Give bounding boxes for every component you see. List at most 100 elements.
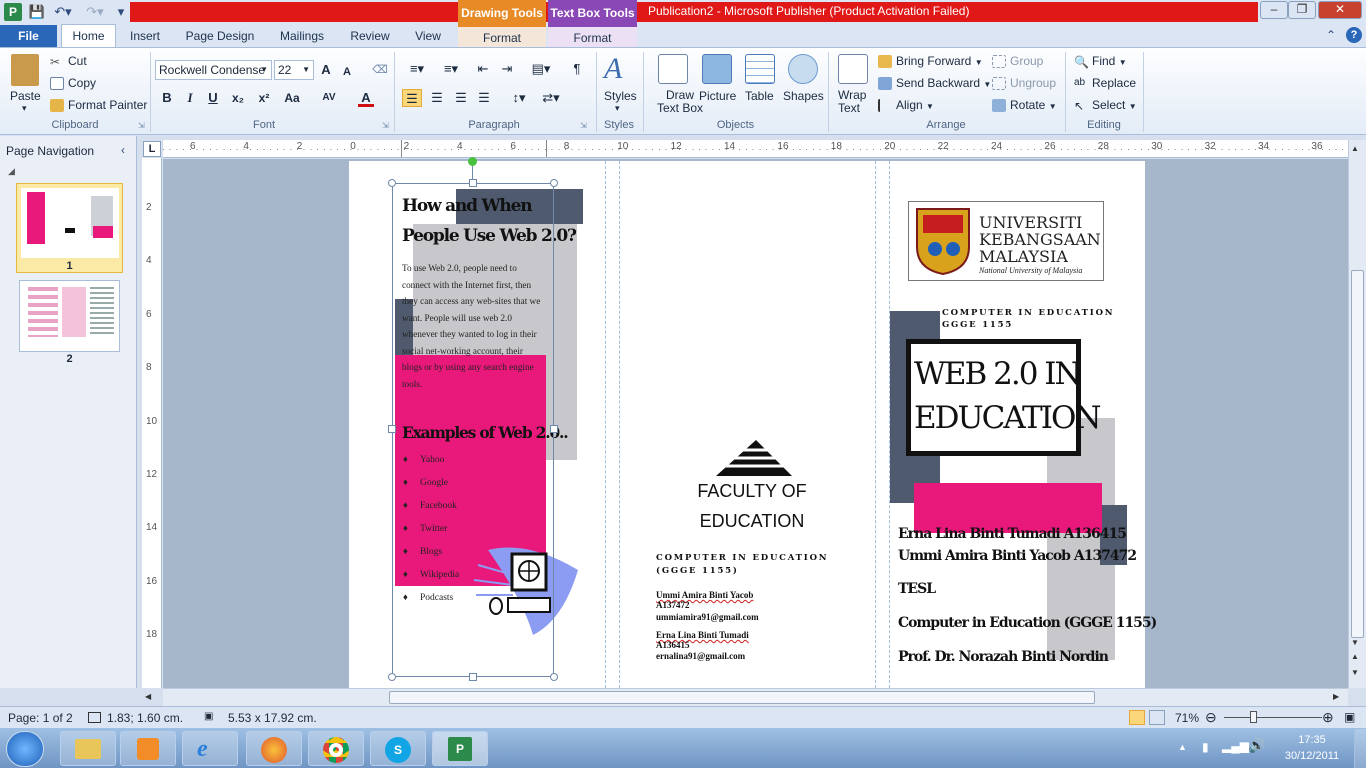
replace-button[interactable]: ab Replace: [1074, 76, 1136, 90]
explorer-taskbar-button[interactable]: [60, 731, 116, 766]
cover-title-line2[interactable]: EDUCATION: [914, 400, 1101, 436]
bold-button[interactable]: B: [159, 89, 175, 107]
align-button[interactable]: Align ▼: [878, 98, 934, 113]
cover-author-1[interactable]: Erna Lina Binti Tumadi A136415: [898, 526, 1127, 542]
page-thumbnail-1[interactable]: 1: [16, 183, 123, 273]
scroll-up-icon[interactable]: ▲: [1351, 144, 1359, 153]
resize-handle[interactable]: [388, 425, 396, 433]
right-course-line2[interactable]: GGGE 1155: [942, 320, 1013, 330]
two-page-view-icon[interactable]: [1149, 710, 1165, 725]
justify-icon[interactable]: ☰: [474, 89, 494, 107]
tab-insert[interactable]: Insert: [122, 25, 168, 47]
zoom-slider-thumb[interactable]: [1250, 711, 1257, 723]
ungroup-button[interactable]: Ungroup: [992, 76, 1056, 91]
group-button[interactable]: Group: [992, 54, 1043, 69]
selected-text-box-frame[interactable]: [392, 183, 554, 677]
tab-mailings[interactable]: Mailings: [272, 25, 332, 47]
scroll-right-icon[interactable]: ▶: [1333, 692, 1339, 701]
wrap-text-icon[interactable]: [838, 54, 868, 84]
underline-button[interactable]: U: [205, 89, 221, 107]
rotate-handle[interactable]: [468, 157, 477, 166]
zoom-out-icon[interactable]: ⊖: [1205, 709, 1217, 726]
paste-icon[interactable]: [11, 54, 39, 86]
middle-course-line1[interactable]: COMPUTER IN EDUCATION: [656, 553, 828, 563]
chevron-down-icon[interactable]: ▾: [615, 103, 620, 114]
wrap-text-button[interactable]: Wrap Text: [838, 89, 866, 115]
text-box-icon[interactable]: [658, 54, 688, 84]
send-backward-button[interactable]: Send Backward ▼: [878, 76, 991, 91]
table-button[interactable]: Table: [745, 89, 774, 103]
shapes-icon[interactable]: [788, 54, 818, 84]
align-left-icon[interactable]: ☰: [402, 89, 422, 107]
publisher-taskbar-button[interactable]: P: [432, 731, 488, 766]
paste-button[interactable]: Paste: [10, 89, 41, 103]
publisher-app-icon[interactable]: P: [4, 3, 22, 21]
firefox-taskbar-button[interactable]: [246, 731, 302, 766]
network-icon[interactable]: ▂▄▆: [1222, 739, 1249, 753]
vertical-scrollbar[interactable]: ▲ ▼ ▲ ▼: [1348, 140, 1366, 688]
horizontal-scrollbar[interactable]: ◀ ▶: [145, 688, 1348, 706]
zoom-in-icon[interactable]: ⊕: [1322, 709, 1334, 726]
paste-dropdown-icon[interactable]: ▾: [22, 103, 27, 114]
table-icon[interactable]: [745, 54, 775, 84]
tab-textbox-format[interactable]: Format: [548, 25, 637, 47]
styles-icon[interactable]: A: [604, 54, 634, 84]
next-page-icon[interactable]: ▼: [1351, 668, 1359, 677]
increase-indent-icon[interactable]: ⇥: [498, 60, 516, 78]
close-button[interactable]: ✕: [1318, 1, 1362, 19]
tab-home[interactable]: Home: [61, 24, 116, 48]
clock-time[interactable]: 17:35: [1282, 734, 1342, 746]
paragraph-spacing-icon[interactable]: ⇄▾: [538, 89, 564, 107]
cover-author-2[interactable]: Ummi Amira Binti Yacob A137472: [898, 548, 1137, 564]
faculty-line1[interactable]: FACULTY OF: [620, 481, 884, 502]
grow-font-button[interactable]: A: [318, 61, 334, 79]
page-thumbnail-2[interactable]: [19, 280, 120, 352]
tab-file[interactable]: File: [0, 25, 57, 47]
scroll-left-icon[interactable]: ◀: [145, 692, 151, 701]
bring-forward-button[interactable]: Bring Forward ▼: [878, 54, 983, 69]
font-size-combo[interactable]: 22 ▼: [274, 60, 314, 80]
resize-handle[interactable]: [469, 179, 477, 187]
ie-taskbar-button[interactable]: e: [182, 731, 238, 766]
page-count[interactable]: Page: 1 of 2: [8, 711, 73, 725]
zoom-slider-track[interactable]: [1224, 717, 1322, 718]
styles-button[interactable]: Styles: [604, 89, 637, 103]
skype-taskbar-button[interactable]: S: [370, 731, 426, 766]
member1-id[interactable]: A137472: [656, 600, 690, 610]
faculty-line2[interactable]: EDUCATION: [620, 511, 884, 532]
collapse-pane-icon[interactable]: ‹: [121, 143, 125, 157]
cover-course[interactable]: Computer in Education (GGGE 1155): [898, 615, 1157, 631]
zoom-level[interactable]: 71%: [1175, 711, 1199, 725]
previous-page-icon[interactable]: ▲: [1351, 652, 1359, 661]
member1-name[interactable]: Ummi Amira Binti Yacob: [656, 590, 753, 600]
dialog-launcher-icon[interactable]: ⇲: [138, 121, 145, 130]
customize-qat-icon[interactable]: ▾: [114, 3, 128, 21]
align-right-icon[interactable]: ☰: [451, 89, 471, 107]
redo-icon[interactable]: ↷▾: [82, 3, 108, 21]
line-spacing-icon[interactable]: ↕▾: [506, 89, 532, 107]
picture-icon[interactable]: [702, 54, 732, 84]
font-color-button[interactable]: A: [358, 89, 374, 107]
picture-button[interactable]: Picture: [699, 89, 736, 103]
undo-icon[interactable]: ↶▾: [50, 3, 76, 21]
rotate-button[interactable]: Rotate ▼: [992, 98, 1057, 113]
dialog-launcher-icon[interactable]: ⇲: [382, 121, 389, 130]
member1-email[interactable]: ummiamira91@gmail.com: [656, 612, 759, 622]
ukm-logo-box[interactable]: UNIVERSITI KEBANGSAAN MALAYSIA National …: [908, 201, 1104, 281]
member2-id[interactable]: A136415: [656, 640, 690, 650]
resize-handle[interactable]: [388, 179, 396, 187]
save-icon[interactable]: 💾: [28, 3, 46, 21]
numbering-icon[interactable]: ≡▾: [438, 60, 464, 78]
cover-program[interactable]: TESL: [898, 581, 936, 597]
resize-handle[interactable]: [550, 673, 558, 681]
resize-handle[interactable]: [469, 673, 477, 681]
italic-button[interactable]: I: [182, 89, 198, 107]
minimize-button[interactable]: –: [1260, 1, 1288, 19]
clear-formatting-icon[interactable]: ⌫: [370, 61, 390, 79]
clock-date[interactable]: 30/12/2011: [1276, 750, 1348, 762]
shrink-font-button[interactable]: A: [340, 63, 354, 81]
find-button[interactable]: 🔍 Find ▼: [1074, 54, 1127, 69]
format-painter-button[interactable]: Format Painter: [50, 98, 147, 113]
select-button[interactable]: ↖ Select ▼: [1074, 98, 1137, 113]
fit-page-icon[interactable]: ▣: [1344, 710, 1355, 724]
